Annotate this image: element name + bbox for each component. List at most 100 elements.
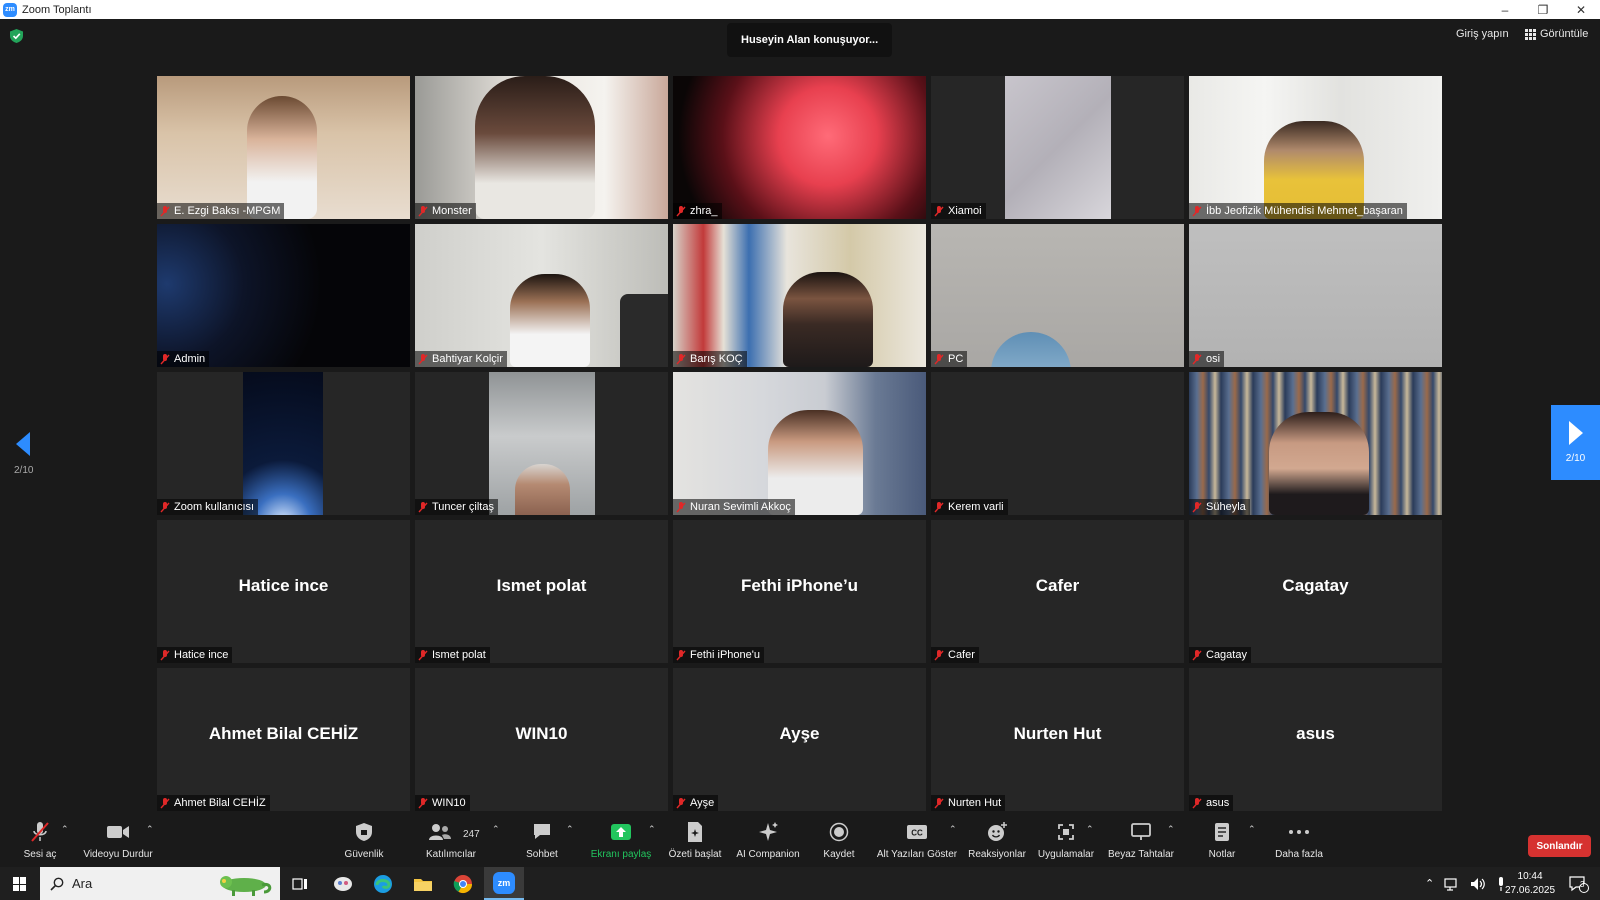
closed-captions-icon: CC <box>907 825 927 839</box>
whiteboards-options-caret-icon[interactable]: ⌃ <box>1167 824 1175 835</box>
chat-options-caret-icon[interactable]: ⌃ <box>566 824 574 835</box>
volume-icon[interactable] <box>1470 877 1486 891</box>
encryption-shield-icon[interactable] <box>10 29 23 43</box>
minimize-button[interactable]: – <box>1486 0 1524 19</box>
tray-chevron-up-icon[interactable]: ⌃ <box>1425 877 1434 890</box>
muted-mic-icon <box>160 501 170 512</box>
muted-mic-icon <box>1192 353 1202 364</box>
reactions-button[interactable]: Reaksiyonlar <box>968 814 1026 867</box>
record-label: Kaydet <box>823 849 855 860</box>
notes-options-caret-icon[interactable]: ⌃ <box>1248 824 1256 835</box>
participant-tile[interactable]: Cagatay Cagatay <box>1189 520 1442 663</box>
show-captions-label: Alt Yazıları Göster <box>876 849 958 860</box>
participant-tile[interactable]: Süheyla <box>1189 372 1442 515</box>
audio-options-caret-icon[interactable]: ⌃ <box>61 824 69 835</box>
signin-link[interactable]: Giriş yapın <box>1456 28 1509 40</box>
captions-options-caret-icon[interactable]: ⌃ <box>949 824 957 835</box>
participant-tile[interactable]: Zoom kullanıcısı <box>157 372 410 515</box>
participant-namebar: Xiamoi <box>931 203 986 219</box>
page-indicator-right: 2/10 <box>1565 453 1586 464</box>
participant-tile[interactable]: WIN10 WIN10 <box>415 668 668 811</box>
close-button[interactable]: ✕ <box>1562 0 1600 19</box>
summary-document-icon <box>688 822 702 842</box>
next-page-button[interactable]: 2/10 <box>1551 405 1600 480</box>
participants-button[interactable]: Katılımcılar <box>421 814 481 867</box>
show-captions-button[interactable]: CC Alt Yazıları Göster <box>876 814 958 867</box>
participant-tile[interactable]: Hatice ince Hatice ince <box>157 520 410 663</box>
notes-button[interactable]: Notlar <box>1203 814 1241 867</box>
participant-tile[interactable]: Cafer Cafer <box>931 520 1184 663</box>
ai-companion-button[interactable]: AI Companion <box>734 814 802 867</box>
restore-button[interactable]: ❐ <box>1524 0 1562 19</box>
participant-tile[interactable]: Tuncer çiltaş <box>415 372 668 515</box>
participant-tile[interactable]: Ahmet Bilal CEHİZ Ahmet Bilal CEHİZ <box>157 668 410 811</box>
participant-tile[interactable]: Admin <box>157 224 410 367</box>
participant-tile[interactable]: İbb Jeofizik Mühendisi Mehmet_başaran <box>1189 76 1442 219</box>
notes-icon <box>1215 823 1229 841</box>
participant-tile[interactable]: Monster <box>415 76 668 219</box>
participant-namebar: PC <box>931 351 968 367</box>
participant-name: Cafer <box>948 649 975 661</box>
chrome-browser-icon[interactable] <box>443 867 483 900</box>
participant-tile[interactable]: Nurten Hut Nurten Hut <box>931 668 1184 811</box>
participant-name: Barış KOÇ <box>690 353 743 365</box>
participant-tile[interactable]: Xiamoi <box>931 76 1184 219</box>
previous-page-button[interactable]: 2/10 <box>14 432 33 476</box>
apps-options-caret-icon[interactable]: ⌃ <box>1086 824 1094 835</box>
participant-tile[interactable]: Nuran Sevimli Akkoç <box>673 372 926 515</box>
notification-center-icon[interactable]: 3 <box>1568 867 1590 900</box>
edge-browser-icon[interactable] <box>363 867 403 900</box>
ai-assistant-icon[interactable] <box>323 867 363 900</box>
participant-namebar: Bahtiyar Kolçir <box>415 351 507 367</box>
task-view-icon[interactable] <box>280 867 320 900</box>
unmute-button[interactable]: Sesi aç <box>20 814 60 867</box>
participant-tile[interactable]: osi <box>1189 224 1442 367</box>
participant-tile[interactable]: Ayşe Ayşe <box>673 668 926 811</box>
participant-tile[interactable]: PC <box>931 224 1184 367</box>
participant-display-name: Ayşe <box>779 724 820 743</box>
chat-button[interactable]: Sohbet <box>520 814 564 867</box>
windows-start-icon[interactable] <box>13 877 27 891</box>
participants-count: 247 <box>463 829 480 840</box>
apps-icon <box>1058 824 1074 840</box>
participant-tile[interactable]: Bahtiyar Kolçir <box>415 224 668 367</box>
zoom-taskbar-icon[interactable]: zm <box>484 867 524 900</box>
participant-tile[interactable]: asus asus <box>1189 668 1442 811</box>
start-summary-button[interactable]: Özeti başlat <box>666 814 724 867</box>
share-options-caret-icon[interactable]: ⌃ <box>648 824 656 835</box>
participant-tile[interactable]: Kerem varli <box>931 372 1184 515</box>
participant-tile[interactable]: E. Ezgi Baksı -MPGM <box>157 76 410 219</box>
record-button[interactable]: Kaydet <box>820 814 858 867</box>
file-explorer-icon[interactable] <box>403 867 443 900</box>
taskbar-search[interactable]: Ara <box>40 867 280 900</box>
muted-mic-icon <box>934 649 944 660</box>
whiteboards-button[interactable]: Beyaz Tahtalar <box>1108 814 1174 867</box>
muted-mic-icon <box>418 205 428 216</box>
security-button[interactable]: Güvenlik <box>340 814 388 867</box>
participant-name: osi <box>1206 353 1221 365</box>
participant-namebar: Ismet polat <box>415 647 490 663</box>
view-button[interactable]: Görüntüle <box>1525 28 1588 40</box>
ai-sparkle-icon <box>759 822 778 841</box>
participant-tile[interactable]: Barış KOÇ <box>673 224 926 367</box>
more-button[interactable]: Daha fazla <box>1270 814 1328 867</box>
muted-mic-icon <box>418 353 428 364</box>
muted-mic-icon <box>934 501 944 512</box>
participant-tile[interactable]: Fethi iPhone’u Fethi iPhone'u <box>673 520 926 663</box>
participant-namebar: osi <box>1189 351 1225 367</box>
security-label: Güvenlik <box>344 849 384 860</box>
chevron-right-icon <box>1568 421 1583 445</box>
stop-video-button[interactable]: Videoyu Durdur <box>80 814 156 867</box>
network-icon[interactable] <box>1444 877 1460 891</box>
system-clock[interactable]: 10:44 27.06.2025 <box>1505 870 1555 898</box>
participants-options-caret-icon[interactable]: ⌃ <box>492 824 500 835</box>
participant-tile[interactable]: Ismet polat Ismet polat <box>415 520 668 663</box>
apps-button[interactable]: Uygulamalar <box>1036 814 1096 867</box>
share-screen-button[interactable]: Ekranı paylaş <box>590 814 652 867</box>
participant-video <box>673 76 926 219</box>
end-meeting-button[interactable]: Sonlandır <box>1528 835 1591 857</box>
muted-mic-icon <box>1192 205 1202 216</box>
participant-tile[interactable]: zhra_ <box>673 76 926 219</box>
video-options-caret-icon[interactable]: ⌃ <box>146 824 154 835</box>
window-titlebar: zm Zoom Toplantı – ❐ ✕ <box>0 0 1600 19</box>
